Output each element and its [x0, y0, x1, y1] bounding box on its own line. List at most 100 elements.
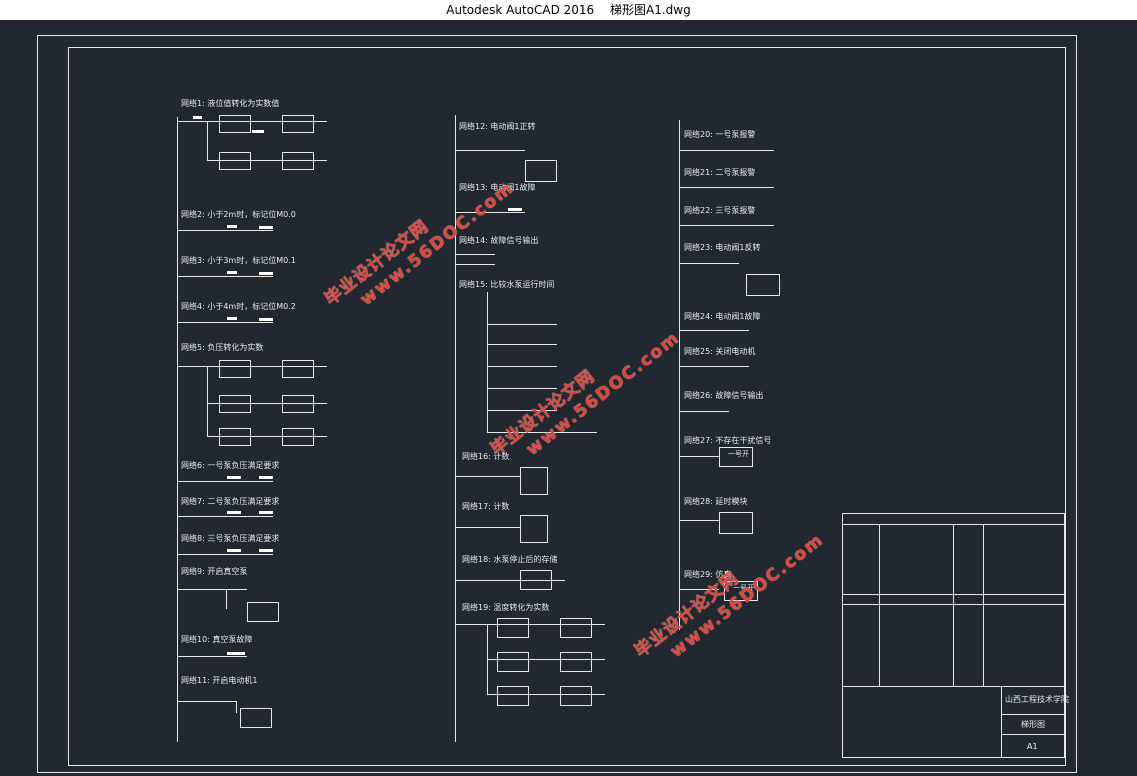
rung-wire [487, 344, 557, 345]
branch-wire [207, 366, 208, 436]
function-block[interactable] [520, 570, 552, 590]
function-block[interactable] [219, 115, 251, 133]
network-label: 网络20: 一号泵报警 [684, 130, 756, 139]
function-block[interactable] [497, 618, 529, 638]
rung-wire [487, 388, 557, 389]
network-label: 网络8: 三号泵负压满足要求 [181, 534, 280, 543]
rung-wire [487, 324, 557, 325]
contact-label [227, 549, 241, 552]
function-block[interactable] [219, 395, 251, 413]
rung-wire [455, 150, 525, 151]
block-text: 一号开 [728, 450, 749, 458]
rung-wire [455, 476, 520, 477]
title-block[interactable]: 山西工程技术学院 梯形图 A1 [842, 513, 1069, 758]
function-block[interactable] [219, 360, 251, 378]
function-block[interactable] [282, 428, 314, 446]
branch-wire [487, 292, 488, 432]
power-rail-3 [679, 120, 680, 630]
contact-label [227, 225, 237, 228]
rung-wire [177, 230, 273, 231]
drawing-name: 梯形图 [1021, 720, 1045, 729]
contact-label [227, 317, 237, 320]
contact-label [193, 116, 202, 119]
counter-block[interactable] [520, 467, 548, 495]
app-title: Autodesk AutoCAD 2016 [446, 3, 595, 17]
network-label: 网络11: 开启电动机1 [181, 676, 258, 685]
function-block[interactable] [497, 686, 529, 706]
rung-wire [177, 516, 273, 517]
coil-label [259, 476, 273, 479]
coil-label [508, 208, 522, 211]
network-label: 网络1: 液位值转化为实数值 [181, 99, 280, 108]
counter-block[interactable] [520, 515, 548, 543]
drawing-canvas[interactable]: 网络1: 液位值转化为实数值 网络2: 小于2m时，标记位M0.0 网络3: 小… [0, 20, 1137, 776]
rung-wire [679, 330, 749, 331]
network-label: 网络15: 比较水泵运行时间 [459, 280, 555, 289]
branch-wire [226, 589, 227, 609]
function-block[interactable] [497, 652, 529, 672]
function-block[interactable] [525, 160, 557, 182]
rung-wire [177, 554, 273, 555]
network-label: 网络2: 小于2m时，标记位M0.0 [181, 210, 296, 219]
rung-wire [177, 589, 247, 590]
coil-label [259, 549, 273, 552]
function-block[interactable] [282, 152, 314, 170]
rung-wire [679, 520, 719, 521]
network-label: 网络18: 水泵停止后的存储 [462, 555, 558, 564]
function-block[interactable] [282, 360, 314, 378]
function-block[interactable] [282, 115, 314, 133]
network-label: 网络7: 二号泵负压满足要求 [181, 497, 280, 506]
network-label: 网络12: 电动阀1正转 [459, 122, 536, 131]
network-label: 网络3: 小于3m时，标记位M0.1 [181, 256, 296, 265]
network-label: 网络9: 开启真空泵 [181, 567, 248, 576]
network-label: 网络27: 不存在干扰信号 [684, 436, 772, 445]
network-label: 网络25: 关闭电动机 [684, 347, 756, 356]
network-label: 网络17: 计数 [462, 502, 510, 511]
function-block[interactable] [719, 512, 753, 534]
operand-label [252, 130, 264, 133]
sheet-size: A1 [1027, 742, 1038, 751]
function-block[interactable] [247, 602, 279, 622]
function-block[interactable] [746, 274, 780, 296]
network-label: 网络21: 二号泵报警 [684, 168, 756, 177]
coil-label [259, 272, 273, 275]
rung-wire [455, 264, 495, 265]
function-block[interactable] [560, 686, 592, 706]
branch-wire [236, 701, 237, 713]
network-label: 网络28: 延时模块 [684, 497, 748, 506]
network-label: 网络22: 三号泵报警 [684, 206, 756, 215]
contact-label [227, 511, 241, 514]
branch-wire [207, 121, 208, 161]
network-label: 网络4: 小于4m时，标记位M0.2 [181, 302, 296, 311]
rung-wire [679, 456, 719, 457]
file-name: 梯形图A1.dwg [610, 3, 691, 17]
function-block[interactable] [560, 618, 592, 638]
function-block[interactable] [219, 152, 251, 170]
coil-label [259, 226, 273, 229]
contact-label [227, 476, 241, 479]
function-block[interactable] [219, 428, 251, 446]
rung-wire [679, 411, 729, 412]
rung-wire [177, 481, 273, 482]
network-label: 网络10: 真空泵故障 [181, 635, 253, 644]
rung-wire [679, 225, 774, 226]
rung-wire [679, 366, 749, 367]
function-block[interactable] [560, 652, 592, 672]
coil-label [227, 652, 245, 655]
function-block[interactable]: 一号开 [719, 447, 753, 467]
coil-label [259, 511, 273, 514]
title-bar: Autodesk AutoCAD 2016 梯形图A1.dwg [0, 0, 1137, 20]
rung-wire [679, 263, 739, 264]
rung-wire [177, 322, 273, 323]
function-block[interactable] [240, 708, 272, 728]
rung-wire [455, 527, 520, 528]
rung-wire [679, 187, 774, 188]
rung-wire [177, 656, 247, 657]
network-label: 网络5: 负压转化为实数 [181, 343, 264, 352]
network-label: 网络23: 电动阀1反转 [684, 243, 761, 252]
rung-wire [177, 276, 273, 277]
school-name: 山西工程技术学院 [1005, 695, 1069, 704]
function-block[interactable] [282, 395, 314, 413]
network-label: 网络6: 一号泵负压满足要求 [181, 461, 280, 470]
rung-wire [679, 150, 774, 151]
